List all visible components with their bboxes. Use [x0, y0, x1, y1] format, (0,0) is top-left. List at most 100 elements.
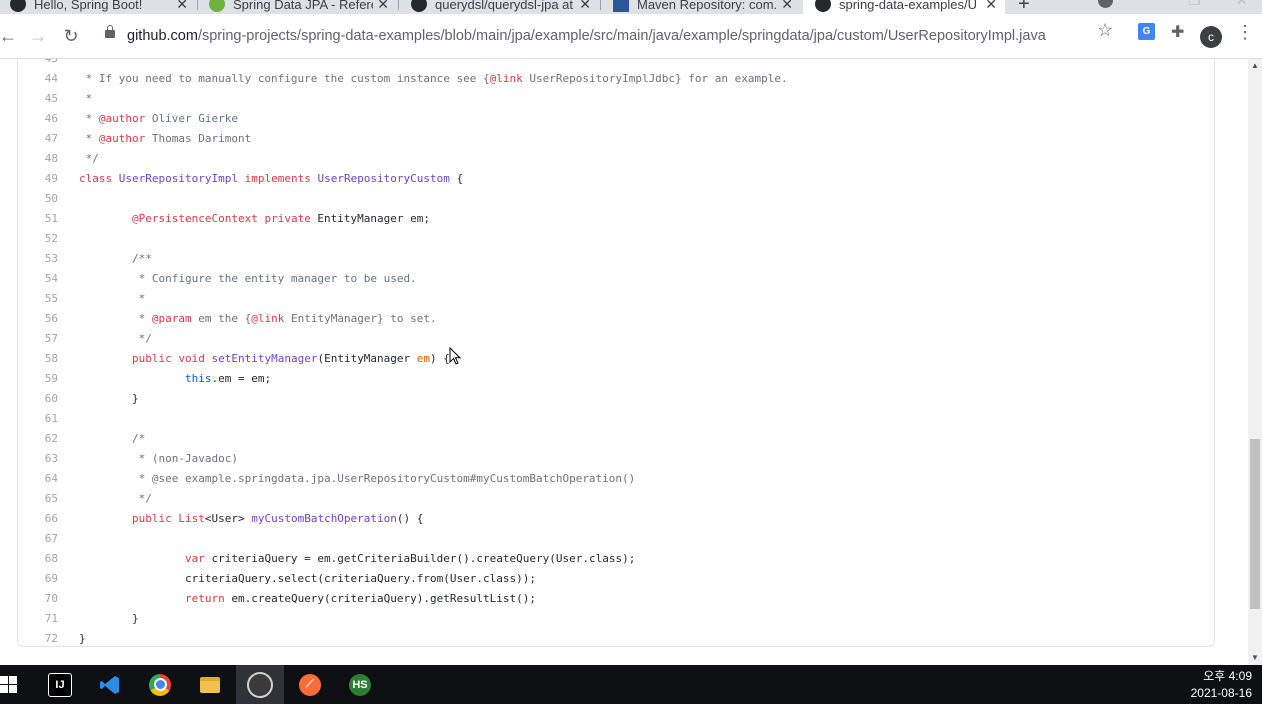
code-text: } — [79, 632, 86, 645]
line-number[interactable]: 63 — [18, 449, 58, 469]
close-icon[interactable]: ✕ — [781, 0, 793, 13]
obs-taskbar-button[interactable] — [236, 665, 284, 704]
line-number[interactable]: 56 — [18, 309, 58, 329]
tab-title: Spring Data JPA - Referen — [233, 0, 373, 12]
menu-kebab-icon[interactable]: ⋮ — [1236, 22, 1254, 43]
file-explorer-taskbar-button[interactable] — [186, 665, 234, 704]
reload-icon[interactable]: ↻ — [59, 24, 83, 48]
url-text: github.com/spring-projects/spring-data-e… — [127, 28, 1046, 44]
tab-title: Maven Repository: com.q — [637, 0, 777, 12]
github-icon — [411, 0, 427, 12]
tab-title: querydsl/querydsl-jpa at — [435, 0, 574, 12]
line-number[interactable]: 49 — [18, 169, 58, 189]
code-text: */ — [79, 332, 152, 345]
code-line: 51 @PersistenceContext private EntityMan… — [18, 209, 1208, 229]
hs-taskbar-button[interactable]: HS — [336, 665, 384, 704]
code-text: } — [79, 612, 139, 625]
system-clock[interactable]: 오후 4:09 2021-08-16 — [1191, 668, 1252, 702]
code-line: 57 */ — [18, 329, 1208, 349]
line-number[interactable]: 55 — [18, 289, 58, 309]
github-icon — [10, 0, 26, 12]
line-number[interactable]: 52 — [18, 229, 58, 249]
tab-hello-spring-boot[interactable]: Hello, Spring Boot! ✕ — [10, 0, 198, 14]
code-line: 64 * @see example.springdata.jpa.UserRep… — [18, 469, 1208, 489]
vscode-taskbar-button[interactable] — [86, 665, 134, 704]
address-bar[interactable]: github.com/spring-projects/spring-data-e… — [95, 21, 1125, 53]
tab-spring-data-jpa[interactable]: Spring Data JPA - Referen ✕ — [209, 0, 399, 14]
close-icon[interactable]: ✕ — [377, 0, 389, 13]
windows-start-icon[interactable] — [0, 676, 17, 693]
line-number[interactable]: 69 — [18, 569, 58, 589]
tab-search-icon[interactable] — [1098, 0, 1113, 8]
line-number[interactable]: 70 — [18, 589, 58, 609]
code-text: class UserRepositoryImpl implements User… — [79, 172, 464, 185]
line-number[interactable]: 51 — [18, 209, 58, 229]
code-text: /** — [79, 252, 152, 265]
line-number[interactable]: 50 — [18, 189, 58, 209]
new-tab-button[interactable]: + — [1018, 0, 1030, 14]
line-number[interactable]: 47 — [18, 129, 58, 149]
forward-arrow-icon[interactable]: → — [26, 24, 50, 48]
line-number[interactable]: 45 — [18, 89, 58, 109]
tab-maven-repository[interactable]: Maven Repository: com.q ✕ — [613, 0, 793, 14]
close-icon[interactable]: ✕ — [579, 0, 591, 13]
line-number[interactable]: 58 — [18, 349, 58, 369]
code-line: 55 * — [18, 289, 1208, 309]
tab-querydsl[interactable]: querydsl/querydsl-jpa at ✕ — [411, 0, 601, 14]
windows-taskbar: IJ ⟋ HS 오후 4:09 2021-08-16 — [0, 665, 1262, 704]
line-number[interactable]: 62 — [18, 429, 58, 449]
line-number[interactable]: 57 — [18, 329, 58, 349]
line-number[interactable]: 64 — [18, 469, 58, 489]
scroll-up-arrow-icon[interactable]: ▲ — [1248, 59, 1262, 73]
code-viewer: 4344 * If you need to manually configure… — [17, 59, 1215, 647]
line-number[interactable]: 65 — [18, 489, 58, 509]
code-text: */ — [79, 492, 152, 505]
line-number[interactable]: 59 — [18, 369, 58, 389]
extensions-puzzle-icon[interactable]: ✚ — [1171, 22, 1184, 42]
code-text: * — [79, 92, 93, 105]
line-number[interactable]: 60 — [18, 389, 58, 409]
code-text: /* — [79, 432, 146, 445]
code-text: return em.createQuery(criteriaQuery).get… — [184, 592, 536, 605]
tab-spring-data-examples[interactable]: spring-data-examples/U ✕ — [815, 0, 997, 14]
scroll-down-arrow-icon[interactable]: ▼ — [1248, 651, 1262, 665]
code-line: 54 * Configure the entity manager to be … — [18, 269, 1208, 289]
line-number[interactable]: 68 — [18, 549, 58, 569]
line-number[interactable]: 44 — [18, 69, 58, 89]
close-window-icon[interactable]: ✕ — [1236, 0, 1248, 9]
line-number[interactable]: 66 — [18, 509, 58, 529]
file-explorer-icon — [199, 674, 221, 696]
restore-icon[interactable]: ❐ — [1188, 0, 1201, 9]
back-arrow-icon[interactable]: ← — [0, 24, 20, 48]
close-icon[interactable]: ✕ — [985, 0, 997, 13]
code-text: * (non-Javadoc) — [79, 452, 238, 465]
code-line: 67 — [18, 529, 1208, 549]
vertical-scrollbar[interactable]: ▲ ▼ — [1248, 59, 1262, 665]
line-number[interactable]: 61 — [18, 409, 58, 429]
code-line: 48 */ — [18, 149, 1208, 169]
tab-strip: Hello, Spring Boot! ✕ Spring Data JPA - … — [0, 0, 1262, 14]
line-number[interactable]: 72 — [18, 629, 58, 649]
code-text: * @author Oliver Gierke — [79, 112, 238, 125]
postman-taskbar-button[interactable]: ⟋ — [286, 665, 334, 704]
code-line: 62 /* — [18, 429, 1208, 449]
close-icon[interactable]: ✕ — [176, 0, 188, 13]
line-number[interactable]: 71 — [18, 609, 58, 629]
line-number[interactable]: 67 — [18, 529, 58, 549]
line-number[interactable]: 54 — [18, 269, 58, 289]
translate-extension-icon[interactable]: G — [1138, 23, 1155, 40]
bookmark-star-icon[interactable]: ☆ — [1097, 20, 1113, 41]
scrollbar-thumb[interactable] — [1250, 439, 1260, 609]
chrome-taskbar-button[interactable] — [136, 665, 184, 704]
code-text: @PersistenceContext private EntityManage… — [131, 212, 431, 225]
profile-avatar[interactable]: c — [1200, 26, 1222, 48]
line-number[interactable]: 43 — [18, 59, 58, 69]
line-number[interactable]: 53 — [18, 249, 58, 269]
line-number[interactable]: 46 — [18, 109, 58, 129]
code-line: 46 * @author Oliver Gierke — [18, 109, 1208, 129]
line-number[interactable]: 48 — [18, 149, 58, 169]
code-text: public void setEntityManager(EntityManag… — [131, 352, 450, 365]
intellij-taskbar-button[interactable]: IJ — [36, 665, 84, 704]
intellij-icon: IJ — [48, 672, 72, 697]
code-text: * — [79, 292, 146, 305]
